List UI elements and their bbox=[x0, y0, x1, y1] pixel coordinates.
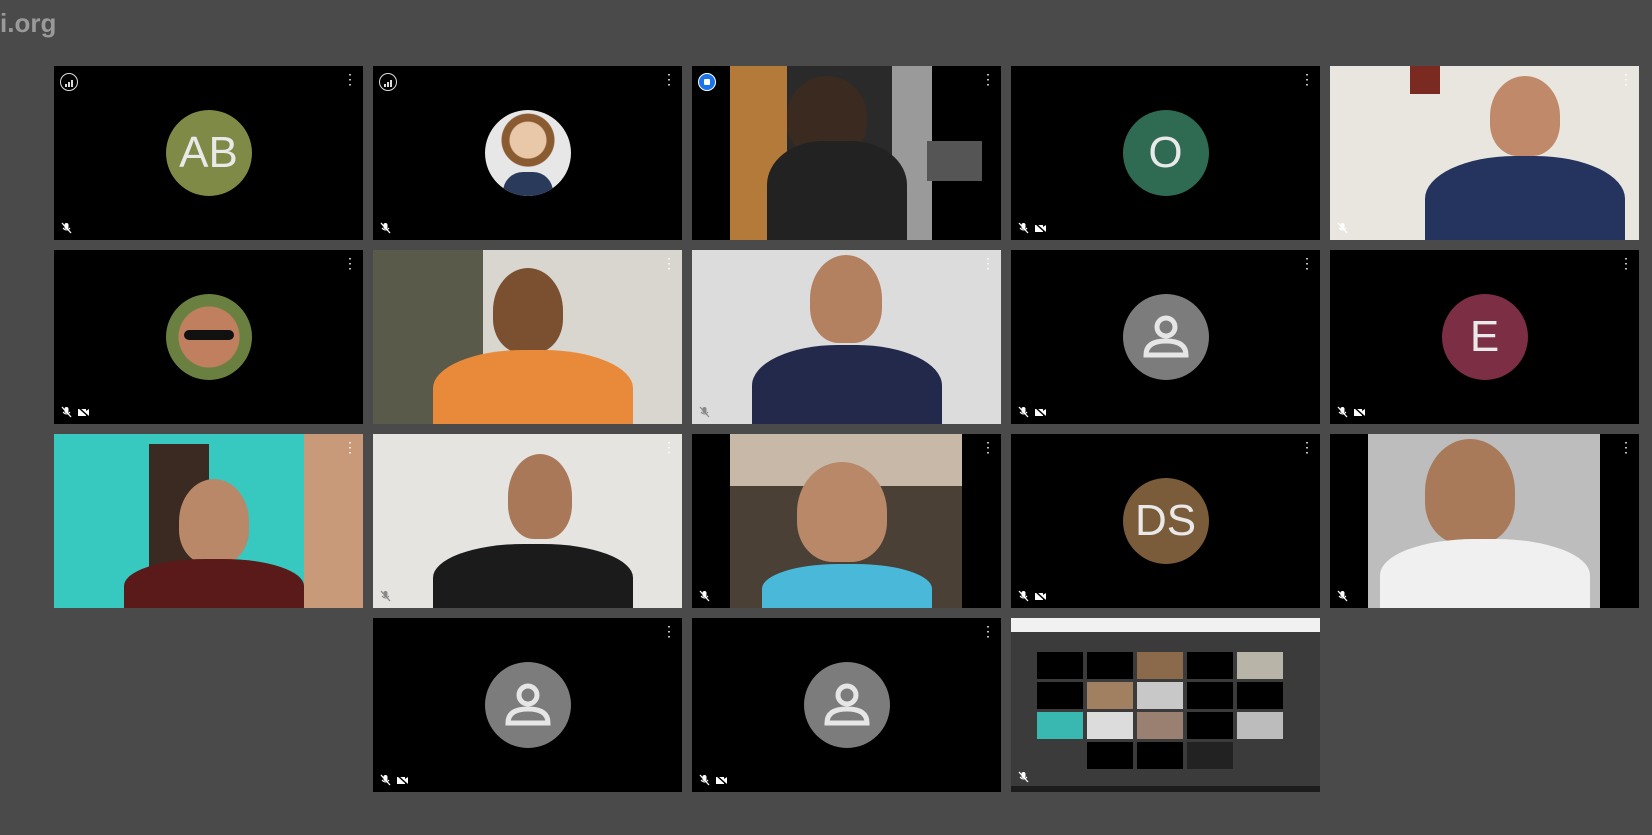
mic-off-icon bbox=[380, 774, 391, 786]
more-options-icon[interactable]: ⋮ bbox=[981, 256, 995, 270]
camera-off-icon bbox=[1353, 406, 1366, 418]
status-icons bbox=[1337, 406, 1366, 418]
participant-tile[interactable]: ⋮ O bbox=[1011, 66, 1320, 240]
more-options-icon[interactable]: ⋮ bbox=[1619, 72, 1633, 86]
participant-tile[interactable]: ⋮ bbox=[692, 250, 1001, 424]
participant-tile[interactable]: ⋮ bbox=[1011, 250, 1320, 424]
camera-off-icon bbox=[1034, 406, 1047, 418]
more-options-icon[interactable]: ⋮ bbox=[981, 72, 995, 86]
status-icons bbox=[699, 406, 710, 418]
mic-off-icon bbox=[699, 774, 710, 786]
avatar-initials: O bbox=[1122, 110, 1209, 196]
more-options-icon[interactable]: ⋮ bbox=[1300, 72, 1314, 86]
mic-off-icon bbox=[1337, 590, 1348, 602]
status-icons bbox=[1018, 590, 1047, 602]
participant-tile[interactable]: ⋮ bbox=[373, 66, 682, 240]
video-feed bbox=[373, 434, 682, 608]
more-options-icon[interactable]: ⋮ bbox=[662, 624, 676, 638]
participant-tile[interactable]: ⋮ DS bbox=[1011, 434, 1320, 608]
participant-tile[interactable]: ⋮ bbox=[1330, 66, 1639, 240]
mic-off-icon bbox=[380, 222, 391, 234]
status-icons bbox=[699, 590, 710, 602]
camera-off-icon bbox=[77, 406, 90, 418]
video-feed bbox=[692, 434, 1001, 608]
mic-off-icon bbox=[61, 406, 72, 418]
participant-grid: ⋮ AB ⋮ ⋮ ⋮ O ⋮ ⋮ ⋮ ⋮ ⋮ ⋮ E ⋮ ⋮ ⋮ ⋮ DS ⋮ … bbox=[54, 66, 1639, 792]
participant-tile[interactable]: ⋮ bbox=[54, 434, 363, 608]
person-icon bbox=[803, 662, 890, 748]
more-options-icon[interactable]: ⋮ bbox=[343, 256, 357, 270]
person-icon bbox=[1122, 294, 1209, 380]
browser-bar bbox=[1011, 618, 1320, 632]
mic-off-icon bbox=[699, 590, 710, 602]
signal-bars-icon bbox=[60, 73, 78, 91]
more-options-icon[interactable]: ⋮ bbox=[1300, 440, 1314, 454]
more-options-icon[interactable]: ⋮ bbox=[1619, 256, 1633, 270]
status-icons bbox=[1018, 406, 1047, 418]
status-icons bbox=[380, 222, 391, 234]
participant-tile-active-speaker[interactable]: ⋮ bbox=[692, 66, 1001, 240]
mic-off-icon bbox=[61, 222, 72, 234]
status-icons bbox=[380, 774, 409, 786]
camera-off-icon bbox=[715, 774, 728, 786]
mic-off-icon bbox=[699, 406, 710, 418]
status-icons bbox=[1018, 771, 1029, 783]
video-feed bbox=[692, 250, 1001, 424]
video-feed bbox=[373, 250, 682, 424]
more-options-icon[interactable]: ⋮ bbox=[343, 72, 357, 86]
mic-off-icon bbox=[1018, 406, 1029, 418]
mic-off-icon bbox=[1337, 406, 1348, 418]
avatar-initials: AB bbox=[165, 110, 252, 196]
status-icons bbox=[1337, 222, 1348, 234]
participant-tile[interactable]: ⋮ E bbox=[1330, 250, 1639, 424]
avatar-initials: DS bbox=[1122, 478, 1209, 564]
screen-share-tile[interactable] bbox=[1011, 618, 1320, 792]
brand-text: i.org bbox=[0, 8, 57, 38]
status-icons bbox=[61, 222, 72, 234]
more-options-icon[interactable]: ⋮ bbox=[662, 440, 676, 454]
participant-tile[interactable]: ⋮ bbox=[373, 250, 682, 424]
more-options-icon[interactable]: ⋮ bbox=[343, 440, 357, 454]
speaking-icon bbox=[698, 73, 716, 91]
more-options-icon[interactable]: ⋮ bbox=[1619, 440, 1633, 454]
camera-off-icon bbox=[1034, 590, 1047, 602]
avatar-photo bbox=[484, 110, 571, 196]
status-icons bbox=[699, 774, 728, 786]
participant-tile[interactable]: ⋮ bbox=[692, 618, 1001, 792]
participant-tile[interactable]: ⋮ bbox=[692, 434, 1001, 608]
status-icons bbox=[1337, 590, 1348, 602]
more-options-icon[interactable]: ⋮ bbox=[662, 256, 676, 270]
screen-share-preview bbox=[1011, 618, 1320, 792]
participant-tile[interactable]: ⋮ bbox=[373, 434, 682, 608]
video-feed bbox=[54, 434, 363, 608]
taskbar bbox=[1011, 786, 1320, 792]
mic-off-icon bbox=[1018, 222, 1029, 234]
mic-off-icon bbox=[380, 590, 391, 602]
participant-tile[interactable]: ⋮ bbox=[54, 250, 363, 424]
mic-off-icon bbox=[1018, 590, 1029, 602]
avatar-initials: E bbox=[1441, 294, 1528, 380]
status-icons bbox=[1018, 222, 1047, 234]
avatar-photo bbox=[165, 294, 252, 380]
participant-tile[interactable]: ⋮ bbox=[1330, 434, 1639, 608]
more-options-icon[interactable]: ⋮ bbox=[981, 624, 995, 638]
person-icon bbox=[484, 662, 571, 748]
participant-tile[interactable]: ⋮ AB bbox=[54, 66, 363, 240]
video-feed bbox=[1330, 66, 1639, 240]
video-feed bbox=[1330, 434, 1639, 608]
camera-off-icon bbox=[1034, 222, 1047, 234]
camera-off-icon bbox=[396, 774, 409, 786]
more-options-icon[interactable]: ⋮ bbox=[981, 440, 995, 454]
status-icons bbox=[380, 590, 391, 602]
mic-off-icon bbox=[1337, 222, 1348, 234]
video-feed bbox=[692, 66, 1001, 240]
participant-tile[interactable]: ⋮ bbox=[373, 618, 682, 792]
more-options-icon[interactable]: ⋮ bbox=[1300, 256, 1314, 270]
mic-off-icon bbox=[1018, 771, 1029, 783]
signal-bars-icon bbox=[379, 73, 397, 91]
more-options-icon[interactable]: ⋮ bbox=[662, 72, 676, 86]
status-icons bbox=[61, 406, 90, 418]
